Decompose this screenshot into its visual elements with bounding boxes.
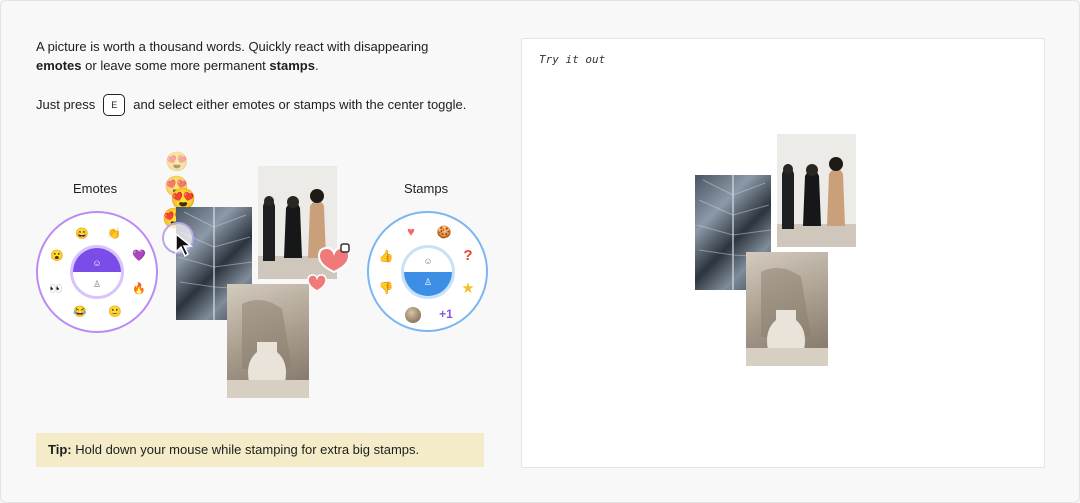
try-it-out-label: Try it out [539, 53, 606, 66]
stamps-title: Stamps [404, 181, 449, 196]
grin-emote-icon[interactable]: 😄 [75, 228, 89, 240]
cookie-stamp-option-icon[interactable]: 🍪 [437, 226, 452, 238]
clap-emote-icon[interactable]: 👏 [107, 228, 121, 240]
stamp-icon: ♙ [423, 277, 433, 287]
tip-label: Tip: [48, 442, 72, 457]
heart-stamp-icon [307, 274, 327, 292]
stamp-icon: ♙ [92, 279, 102, 289]
stamps-word: stamps [269, 58, 315, 73]
people-photo[interactable] [777, 134, 856, 247]
try-it-out-canvas[interactable]: Try it out [521, 38, 1045, 468]
emotes-title: Emotes [73, 181, 118, 196]
emote-face-icon: ☺ [423, 256, 433, 266]
e-key-icon: E [103, 94, 126, 116]
intro-end: . [314, 58, 319, 73]
question-stamp-icon[interactable]: ? [463, 248, 472, 263]
stamp-toggle[interactable]: ☺ ♙ [401, 245, 455, 299]
avatar[interactable] [405, 307, 421, 323]
intro-text: A picture is worth a thousand words. Qui… [36, 37, 476, 75]
press-instruction: Just press E and select either emotes or… [36, 94, 466, 116]
ok-emote-icon[interactable]: 🙂 [108, 306, 122, 318]
intro-line-1: A picture is worth a thousand words. Qui… [36, 39, 429, 54]
plus-one-stamp[interactable]: +1 [439, 308, 453, 320]
intro-middle: or leave some more permanent [81, 58, 270, 73]
heart-emote-icon[interactable]: 💜 [132, 250, 146, 262]
vase-shape [746, 268, 828, 366]
people-figures [777, 134, 856, 247]
emotes-word: emotes [36, 58, 82, 73]
emote-wheel[interactable]: 😄 👏 😮 💜 👀 🔥 😂 🙂 ☺ ♙ [36, 211, 158, 333]
tip-banner: Tip: Hold down your mouse while stamping… [36, 433, 484, 467]
heart-stamp-option-icon[interactable]: ♥ [407, 225, 415, 238]
star-stamp-icon[interactable]: ★ [461, 281, 474, 296]
press-before: Just press [36, 97, 96, 112]
emote-face-icon: ☺ [92, 258, 102, 268]
tip-text: Hold down your mouse while stamping for … [75, 442, 420, 457]
thumbs-down-stamp-icon[interactable]: 👎 [379, 282, 394, 294]
floating-heart-eyes-icon: 😍 [165, 152, 189, 173]
eyes-emote-icon[interactable]: 👀 [49, 283, 63, 295]
heart-stamp-cursor-icon [317, 243, 351, 274]
vase-shape [227, 300, 309, 398]
fire-emote-icon[interactable]: 🔥 [132, 283, 146, 295]
press-after: and select either emotes or stamps with … [133, 97, 467, 112]
vase-photo[interactable] [746, 252, 828, 366]
thumbs-up-stamp-icon[interactable]: 👍 [379, 250, 394, 262]
shock-emote-icon[interactable]: 😮 [50, 250, 64, 262]
stamp-wheel[interactable]: ♥ 🍪 👍 ? 👎 ★ +1 ☺ ♙ [367, 211, 488, 332]
mouse-cursor-icon [175, 232, 194, 258]
laugh-emote-icon[interactable]: 😂 [73, 306, 87, 318]
emote-toggle[interactable]: ☺ ♙ [70, 245, 124, 299]
vase-photo [227, 284, 309, 398]
